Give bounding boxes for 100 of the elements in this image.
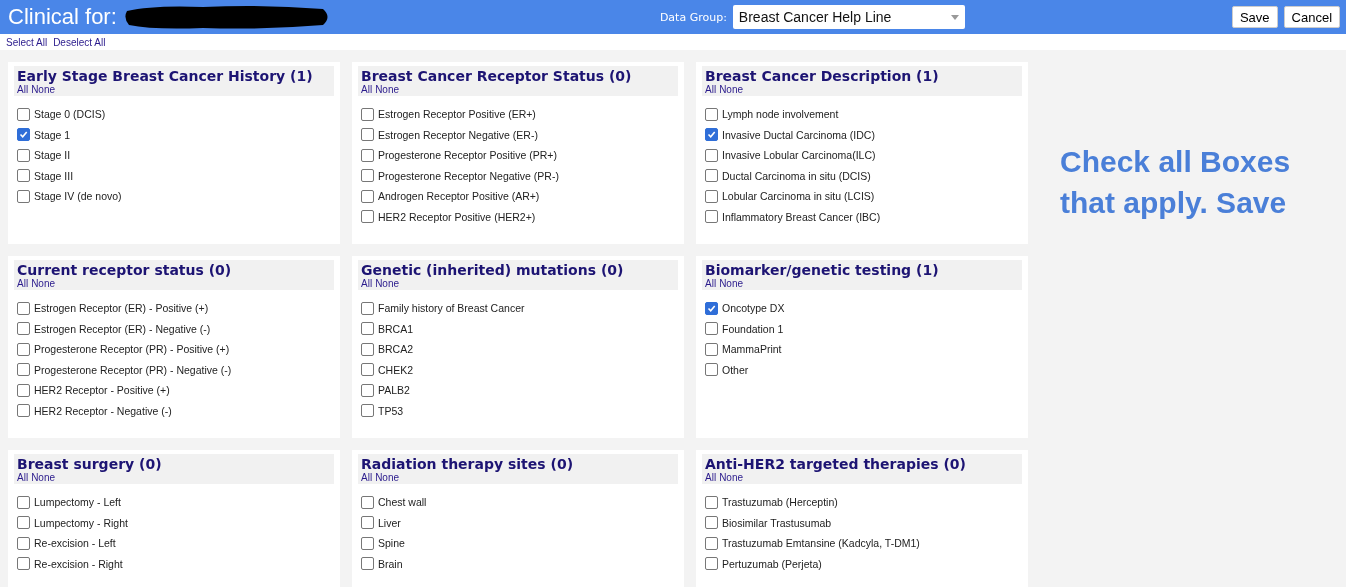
checkbox[interactable] [361,128,374,142]
checkbox[interactable] [17,557,30,571]
all-link[interactable]: All [361,472,373,483]
checkbox[interactable] [705,189,718,203]
checkbox[interactable] [361,322,374,336]
page-title: Clinical for: [8,4,117,30]
checkbox[interactable] [17,495,30,509]
none-link[interactable]: None [375,278,400,289]
checkbox-label: CHEK2 [378,363,413,376]
select-all-link[interactable]: Select All [6,36,48,48]
all-link[interactable]: All [17,278,29,289]
checkbox[interactable] [17,107,30,121]
checkbox[interactable] [17,342,30,356]
all-link[interactable]: All [705,278,717,289]
checkbox-label: Estrogen Receptor Positive (ER+) [378,108,536,121]
none-link[interactable]: None [31,84,56,95]
checkbox[interactable] [705,210,718,224]
checkbox[interactable] [17,169,30,183]
checkbox-label: Foundation 1 [722,322,784,335]
checkbox[interactable] [361,342,374,356]
checkbox[interactable] [705,363,718,377]
none-link[interactable]: None [375,84,400,95]
checkbox[interactable] [17,189,30,203]
checkbox[interactable] [705,301,718,315]
checkbox[interactable] [17,128,30,142]
checkbox[interactable] [705,557,718,571]
checkbox[interactable] [705,322,718,336]
checkbox-label: Chest wall [378,496,427,509]
checkbox[interactable] [705,148,718,162]
all-link[interactable]: All [361,278,373,289]
checkbox-label: Estrogen Receptor (ER) - Positive (+) [34,302,209,315]
checkbox-label: Re-excision - Right [34,557,123,570]
checkbox[interactable] [361,536,374,550]
checkbox-label: Lymph node involvement [722,108,839,121]
checkbox-label: Liver [378,516,401,529]
none-link[interactable]: None [31,472,56,483]
checkbox-label: TP53 [378,404,404,417]
checkbox[interactable] [361,495,374,509]
checkbox[interactable] [17,148,30,162]
checkbox-label: Androgen Receptor Positive (AR+) [378,190,540,203]
none-link[interactable]: None [719,278,744,289]
checkbox[interactable] [17,322,30,336]
checkbox[interactable] [705,107,718,121]
checkbox[interactable] [361,107,374,121]
data-group-select[interactable]: Breast Cancer Help Line [732,5,965,29]
checkbox-label: Stage IV (de novo) [34,190,122,203]
checkbox[interactable] [361,383,374,397]
checkbox[interactable] [361,363,374,377]
checkbox-label: Estrogen Receptor (ER) - Negative (-) [34,322,211,335]
caret-icon [950,14,959,20]
checkbox[interactable] [17,301,30,315]
panel-title: Breast Cancer Receptor Status (0) [361,68,633,84]
all-link[interactable]: All [361,84,373,95]
deselect-all-link[interactable]: Deselect All [53,36,106,48]
cancel-button[interactable]: Cancel [1283,6,1340,28]
checkbox-label: Invasive Ductal Carcinoma (IDC) [722,128,875,141]
checkbox-label: Brain [378,557,403,570]
panel-title: Anti-HER2 targeted therapies (0) [705,456,967,472]
none-link[interactable]: None [719,472,744,483]
none-link[interactable]: None [31,278,56,289]
checkbox[interactable] [705,169,718,183]
checkbox-label: BRCA2 [378,343,413,356]
none-link[interactable]: None [375,472,400,483]
checkbox[interactable] [705,128,718,142]
checkbox-label: PALB2 [378,384,410,397]
checkbox-label: Biosimilar Trastusumab [722,516,832,529]
checkbox[interactable] [361,148,374,162]
checkbox[interactable] [705,495,718,509]
panel-title: Breast surgery (0) [17,456,163,472]
panel-title: Early Stage Breast Cancer History (1) [17,68,314,84]
checkbox[interactable] [17,516,30,530]
checkbox[interactable] [17,383,30,397]
checkbox-label: HER2 Receptor - Positive (+) [34,384,170,397]
checkbox[interactable] [17,363,30,377]
checkbox[interactable] [361,210,374,224]
checkbox-label: Stage 0 (DCIS) [34,108,106,121]
checkbox[interactable] [361,301,374,315]
checkbox[interactable] [705,536,718,550]
all-link[interactable]: All [17,472,29,483]
panel-title: Genetic (inherited) mutations (0) [361,262,625,278]
checkbox[interactable] [17,404,30,418]
checkbox-label: HER2 Receptor Positive (HER2+) [378,210,536,223]
checkbox[interactable] [705,516,718,530]
panel-title: Radiation therapy sites (0) [361,456,575,472]
all-link[interactable]: All [705,472,717,483]
panel-title: Current receptor status (0) [17,262,233,278]
all-link[interactable]: All [705,84,717,95]
checkbox[interactable] [361,169,374,183]
checkbox-label: Stage III [34,169,74,182]
checkbox[interactable] [361,557,374,571]
none-link[interactable]: None [719,84,744,95]
checkbox[interactable] [361,189,374,203]
checkbox-label: Lumpectomy - Right [34,516,128,529]
checkbox[interactable] [361,516,374,530]
checkbox[interactable] [361,404,374,418]
checkbox-label: Progesterone Receptor (PR) - Negative (-) [34,363,232,376]
save-button[interactable]: Save [1231,6,1278,28]
checkbox[interactable] [17,536,30,550]
checkbox[interactable] [705,342,718,356]
all-link[interactable]: All [17,84,29,95]
